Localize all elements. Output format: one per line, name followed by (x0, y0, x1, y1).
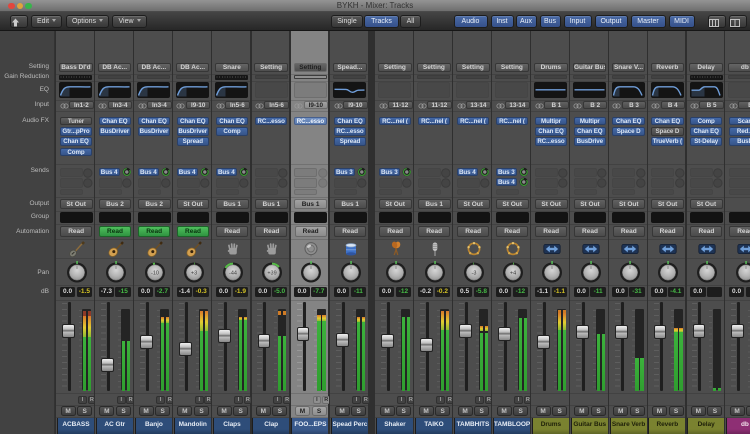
svg-text:+39: +39 (267, 270, 276, 276)
svg-text:-10: -10 (151, 270, 159, 276)
svg-text:+3: +3 (191, 270, 197, 276)
svg-text:-44: -44 (229, 270, 237, 276)
svg-text:-3: -3 (471, 270, 476, 276)
svg-text:+4: +4 (510, 270, 516, 276)
